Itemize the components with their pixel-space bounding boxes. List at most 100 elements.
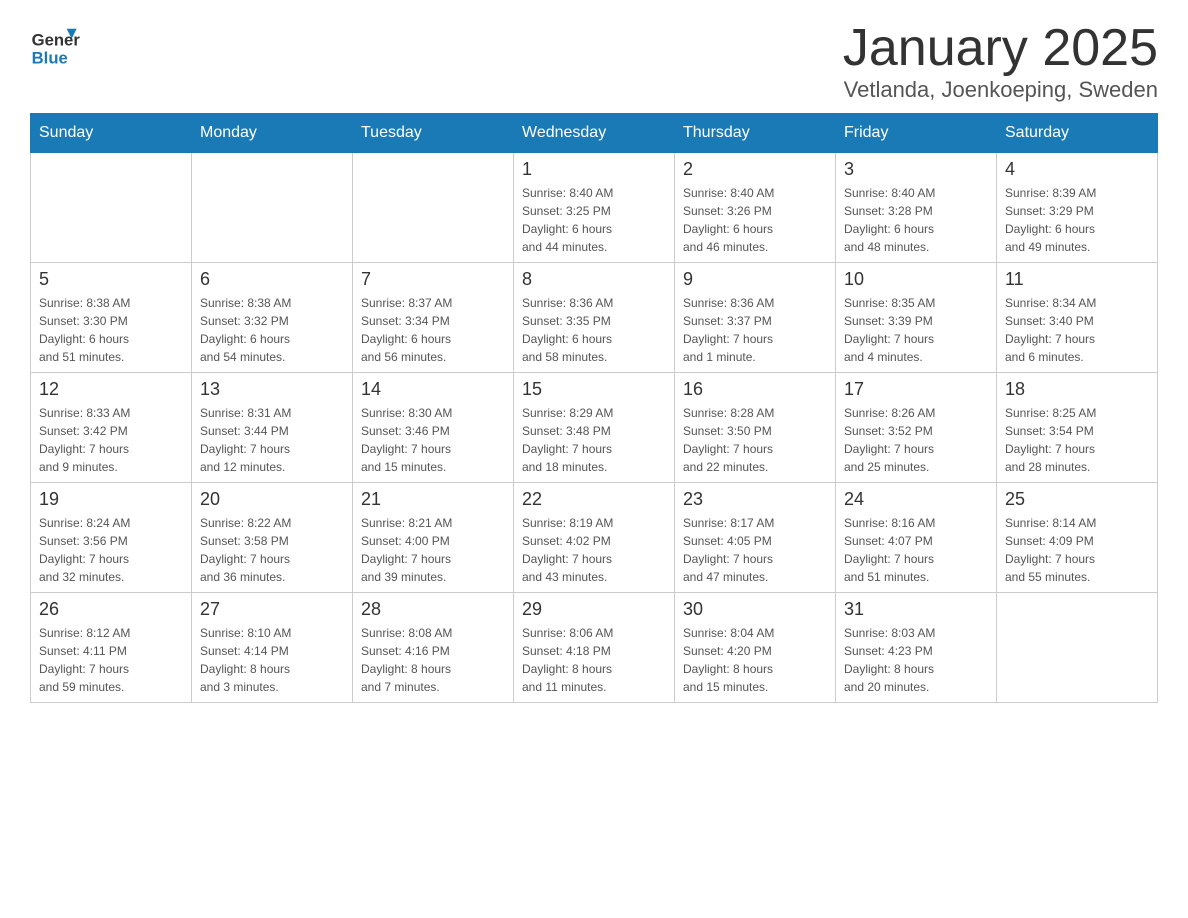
day-info: Sunrise: 8:10 AM Sunset: 4:14 PM Dayligh… xyxy=(200,624,344,696)
day-number: 18 xyxy=(1005,379,1149,400)
day-info: Sunrise: 8:31 AM Sunset: 3:44 PM Dayligh… xyxy=(200,404,344,476)
empty-cell xyxy=(353,153,514,263)
day-number: 27 xyxy=(200,599,344,620)
day-cell-22: 22 Sunrise: 8:19 AM Sunset: 4:02 PM Dayli… xyxy=(514,483,675,593)
day-cell-31: 31 Sunrise: 8:03 AM Sunset: 4:23 PM Dayli… xyxy=(836,593,997,703)
day-info: Sunrise: 8:40 AM Sunset: 3:28 PM Dayligh… xyxy=(844,184,988,256)
day-cell-25: 25 Sunrise: 8:14 AM Sunset: 4:09 PM Dayli… xyxy=(997,483,1158,593)
day-cell-9: 9 Sunrise: 8:36 AM Sunset: 3:37 PM Daylig… xyxy=(675,263,836,373)
weekday-header-wednesday: Wednesday xyxy=(514,114,675,153)
day-number: 29 xyxy=(522,599,666,620)
weekday-header-friday: Friday xyxy=(836,114,997,153)
week-row-1: 1 Sunrise: 8:40 AM Sunset: 3:25 PM Daylig… xyxy=(31,153,1158,263)
week-row-3: 12 Sunrise: 8:33 AM Sunset: 3:42 PM Dayli… xyxy=(31,373,1158,483)
day-cell-16: 16 Sunrise: 8:28 AM Sunset: 3:50 PM Dayli… xyxy=(675,373,836,483)
day-cell-5: 5Sunrise: 8:38 AM Sunset: 3:30 PM Daylig… xyxy=(31,263,192,373)
calendar-table: SundayMondayTuesdayWednesdayThursdayFrid… xyxy=(30,113,1158,703)
day-cell-28: 28Sunrise: 8:08 AM Sunset: 4:16 PM Dayli… xyxy=(353,593,514,703)
weekday-header-tuesday: Tuesday xyxy=(353,114,514,153)
day-number: 26 xyxy=(39,599,183,620)
day-number: 3 xyxy=(844,159,988,180)
day-number: 4 xyxy=(1005,159,1149,180)
week-row-2: 5Sunrise: 8:38 AM Sunset: 3:30 PM Daylig… xyxy=(31,263,1158,373)
title-section: January 2025 Vetlanda, Joenkoeping, Swed… xyxy=(843,20,1158,103)
svg-text:Blue: Blue xyxy=(32,49,68,68)
day-info: Sunrise: 8:36 AM Sunset: 3:37 PM Dayligh… xyxy=(683,294,827,366)
weekday-header-row: SundayMondayTuesdayWednesdayThursdayFrid… xyxy=(31,114,1158,153)
week-row-4: 19 Sunrise: 8:24 AM Sunset: 3:56 PM Dayli… xyxy=(31,483,1158,593)
day-info: Sunrise: 8:39 AM Sunset: 3:29 PM Dayligh… xyxy=(1005,184,1149,256)
week-row-5: 26 Sunrise: 8:12 AM Sunset: 4:11 PM Dayli… xyxy=(31,593,1158,703)
day-number: 22 xyxy=(522,489,666,510)
day-cell-13: 13 Sunrise: 8:31 AM Sunset: 3:44 PM Dayli… xyxy=(192,373,353,483)
day-info: Sunrise: 8:29 AM Sunset: 3:48 PM Dayligh… xyxy=(522,404,666,476)
day-cell-10: 10 Sunrise: 8:35 AM Sunset: 3:39 PM Dayli… xyxy=(836,263,997,373)
page-header: General Blue January 2025 Vetlanda, Joen… xyxy=(30,20,1158,103)
day-info: Sunrise: 8:28 AM Sunset: 3:50 PM Dayligh… xyxy=(683,404,827,476)
day-info: Sunrise: 8:12 AM Sunset: 4:11 PM Dayligh… xyxy=(39,624,183,696)
day-number: 24 xyxy=(844,489,988,510)
day-cell-27: 27 Sunrise: 8:10 AM Sunset: 4:14 PM Dayli… xyxy=(192,593,353,703)
empty-cell xyxy=(997,593,1158,703)
day-number: 13 xyxy=(200,379,344,400)
day-info: Sunrise: 8:40 AM Sunset: 3:26 PM Dayligh… xyxy=(683,184,827,256)
day-cell-19: 19 Sunrise: 8:24 AM Sunset: 3:56 PM Dayli… xyxy=(31,483,192,593)
day-number: 1 xyxy=(522,159,666,180)
day-number: 10 xyxy=(844,269,988,290)
day-cell-6: 6 Sunrise: 8:38 AM Sunset: 3:32 PM Daylig… xyxy=(192,263,353,373)
empty-cell xyxy=(31,153,192,263)
day-number: 2 xyxy=(683,159,827,180)
day-number: 20 xyxy=(200,489,344,510)
day-info: Sunrise: 8:22 AM Sunset: 3:58 PM Dayligh… xyxy=(200,514,344,586)
day-number: 25 xyxy=(1005,489,1149,510)
day-number: 23 xyxy=(683,489,827,510)
day-number: 14 xyxy=(361,379,505,400)
day-info: Sunrise: 8:04 AM Sunset: 4:20 PM Dayligh… xyxy=(683,624,827,696)
day-cell-7: 7 Sunrise: 8:37 AM Sunset: 3:34 PM Daylig… xyxy=(353,263,514,373)
day-number: 31 xyxy=(844,599,988,620)
day-number: 7 xyxy=(361,269,505,290)
day-info: Sunrise: 8:36 AM Sunset: 3:35 PM Dayligh… xyxy=(522,294,666,366)
day-cell-26: 26 Sunrise: 8:12 AM Sunset: 4:11 PM Dayli… xyxy=(31,593,192,703)
day-info: Sunrise: 8:03 AM Sunset: 4:23 PM Dayligh… xyxy=(844,624,988,696)
month-title: January 2025 xyxy=(843,20,1158,77)
day-number: 19 xyxy=(39,489,183,510)
day-cell-11: 11Sunrise: 8:34 AM Sunset: 3:40 PM Dayli… xyxy=(997,263,1158,373)
day-cell-21: 21 Sunrise: 8:21 AM Sunset: 4:00 PM Dayli… xyxy=(353,483,514,593)
day-cell-17: 17Sunrise: 8:26 AM Sunset: 3:52 PM Dayli… xyxy=(836,373,997,483)
day-info: Sunrise: 8:19 AM Sunset: 4:02 PM Dayligh… xyxy=(522,514,666,586)
logo-icon: General Blue xyxy=(30,20,80,70)
day-info: Sunrise: 8:08 AM Sunset: 4:16 PM Dayligh… xyxy=(361,624,505,696)
day-info: Sunrise: 8:16 AM Sunset: 4:07 PM Dayligh… xyxy=(844,514,988,586)
day-cell-3: 3 Sunrise: 8:40 AM Sunset: 3:28 PM Daylig… xyxy=(836,153,997,263)
location-title: Vetlanda, Joenkoeping, Sweden xyxy=(843,77,1158,103)
day-number: 16 xyxy=(683,379,827,400)
day-number: 21 xyxy=(361,489,505,510)
day-info: Sunrise: 8:35 AM Sunset: 3:39 PM Dayligh… xyxy=(844,294,988,366)
day-number: 11 xyxy=(1005,269,1149,290)
day-info: Sunrise: 8:33 AM Sunset: 3:42 PM Dayligh… xyxy=(39,404,183,476)
day-info: Sunrise: 8:38 AM Sunset: 3:32 PM Dayligh… xyxy=(200,294,344,366)
day-number: 12 xyxy=(39,379,183,400)
day-cell-12: 12 Sunrise: 8:33 AM Sunset: 3:42 PM Dayli… xyxy=(31,373,192,483)
day-cell-29: 29 Sunrise: 8:06 AM Sunset: 4:18 PM Dayli… xyxy=(514,593,675,703)
day-cell-4: 4 Sunrise: 8:39 AM Sunset: 3:29 PM Daylig… xyxy=(997,153,1158,263)
day-info: Sunrise: 8:40 AM Sunset: 3:25 PM Dayligh… xyxy=(522,184,666,256)
day-info: Sunrise: 8:24 AM Sunset: 3:56 PM Dayligh… xyxy=(39,514,183,586)
day-cell-23: 23Sunrise: 8:17 AM Sunset: 4:05 PM Dayli… xyxy=(675,483,836,593)
day-number: 9 xyxy=(683,269,827,290)
day-number: 8 xyxy=(522,269,666,290)
day-info: Sunrise: 8:25 AM Sunset: 3:54 PM Dayligh… xyxy=(1005,404,1149,476)
weekday-header-saturday: Saturday xyxy=(997,114,1158,153)
day-info: Sunrise: 8:26 AM Sunset: 3:52 PM Dayligh… xyxy=(844,404,988,476)
weekday-header-sunday: Sunday xyxy=(31,114,192,153)
day-number: 15 xyxy=(522,379,666,400)
day-info: Sunrise: 8:21 AM Sunset: 4:00 PM Dayligh… xyxy=(361,514,505,586)
day-cell-2: 2 Sunrise: 8:40 AM Sunset: 3:26 PM Daylig… xyxy=(675,153,836,263)
day-number: 5 xyxy=(39,269,183,290)
day-info: Sunrise: 8:14 AM Sunset: 4:09 PM Dayligh… xyxy=(1005,514,1149,586)
day-info: Sunrise: 8:06 AM Sunset: 4:18 PM Dayligh… xyxy=(522,624,666,696)
day-cell-14: 14Sunrise: 8:30 AM Sunset: 3:46 PM Dayli… xyxy=(353,373,514,483)
day-info: Sunrise: 8:37 AM Sunset: 3:34 PM Dayligh… xyxy=(361,294,505,366)
day-number: 6 xyxy=(200,269,344,290)
